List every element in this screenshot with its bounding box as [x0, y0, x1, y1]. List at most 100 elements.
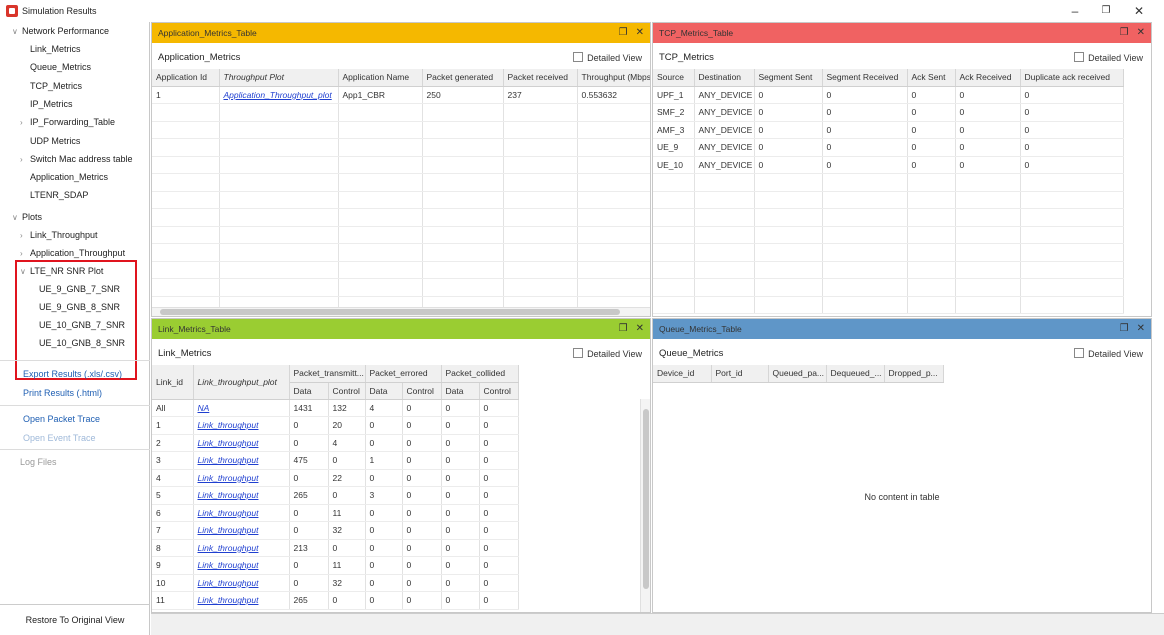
link-throughput-link[interactable]: Link_throughput — [198, 560, 259, 570]
column-header[interactable]: Link_id — [152, 365, 194, 400]
column-header[interactable]: Throughput Plot — [219, 69, 339, 87]
close-window-button[interactable]: ✕ — [1124, 2, 1154, 20]
table-cell: UE_10 — [653, 156, 695, 174]
sub-column-header[interactable]: Control — [402, 382, 442, 400]
tree-network-item[interactable]: › IP_Forwarding_Table — [20, 113, 115, 131]
table-cell — [338, 156, 423, 174]
column-header[interactable]: Ack Sent — [907, 69, 956, 87]
table-cell: 6 — [152, 504, 194, 522]
restore-window-button[interactable]: ❐ — [1091, 2, 1121, 20]
scroll-thumb[interactable] — [643, 409, 649, 589]
link-throughput-link[interactable]: Link_throughput — [198, 420, 259, 430]
detailed-view-checkbox[interactable]: Detailed View — [1074, 52, 1143, 63]
close-icon[interactable]: ✕ — [1137, 27, 1145, 38]
table-cell — [754, 243, 823, 262]
sub-column-header[interactable]: Control — [328, 382, 366, 400]
link-throughput-link[interactable]: Link_throughput — [198, 578, 259, 588]
column-header[interactable]: Application Name — [338, 69, 423, 87]
float-icon[interactable]: ❐ — [619, 323, 628, 334]
table-cell — [694, 278, 755, 297]
column-header[interactable]: Destination — [694, 69, 755, 87]
table-cell — [955, 191, 1021, 209]
column-header[interactable]: Port_id — [711, 365, 769, 383]
tree-network-item[interactable]: IP_Metrics — [30, 95, 73, 113]
column-header[interactable]: Dequeued_... — [826, 365, 885, 383]
table-cell — [907, 226, 956, 244]
column-header[interactable]: Dropped_p... — [884, 365, 944, 383]
tree-network-item[interactable]: Link_Metrics — [30, 40, 81, 58]
close-icon[interactable]: ✕ — [636, 323, 644, 334]
column-header[interactable]: Segment Received — [822, 69, 908, 87]
table-cell: 0 — [907, 156, 956, 174]
table-row: 1 Application_Throughput_plot App1_CBR 250 2… — [152, 86, 650, 104]
column-header[interactable]: Segment Sent — [754, 69, 823, 87]
table-cell — [1020, 243, 1124, 262]
tree-network-item[interactable]: Application_Metrics — [30, 168, 108, 186]
column-header[interactable]: Link_throughput_plot — [193, 365, 290, 400]
tree-network-item[interactable]: UDP Metrics — [30, 132, 80, 150]
panel-header: Queue_Metrics_Table ❐ ✕ — [653, 319, 1151, 339]
float-icon[interactable]: ❐ — [1120, 323, 1129, 334]
table-cell: 0 — [1020, 121, 1124, 139]
link-throughput-link[interactable]: Link_throughput — [198, 543, 259, 553]
detailed-view-checkbox[interactable]: Detailed View — [1074, 348, 1143, 359]
table-cell — [338, 191, 423, 209]
column-header[interactable]: Queued_pa... — [768, 365, 827, 383]
table-cell: 1 — [365, 451, 403, 470]
minimize-button[interactable]: – — [1060, 2, 1090, 20]
column-header[interactable]: Application Id — [152, 69, 220, 87]
column-header[interactable]: Throughput (Mbps) — [577, 69, 650, 87]
throughput-plot-link[interactable]: Application_Throughput_plot — [224, 90, 332, 100]
table-cell — [422, 156, 504, 174]
link-throughput-link[interactable]: Link_throughput — [198, 595, 259, 605]
link-throughput-link[interactable]: Link_throughput — [198, 508, 259, 518]
sub-column-header[interactable]: Data — [441, 382, 480, 400]
link-throughput-link[interactable]: Link_throughput — [198, 438, 259, 448]
export-results-link[interactable]: Export Results (.xls/.csv) — [23, 366, 122, 382]
horizontal-scrollbar[interactable] — [152, 307, 650, 316]
column-header[interactable]: Packet generated — [422, 69, 504, 87]
restore-view-button[interactable]: Restore To Original View — [0, 604, 150, 635]
column-header[interactable]: Packet_errored — [365, 365, 442, 383]
tree-network-item[interactable]: Queue_Metrics — [30, 58, 91, 76]
print-results-link[interactable]: Print Results (.html) — [23, 385, 102, 401]
float-icon[interactable]: ❐ — [1120, 27, 1129, 38]
table-cell: ANY_DEVICE — [694, 121, 755, 139]
table-cell: 0 — [955, 138, 1021, 157]
link-throughput-link[interactable]: Link_throughput — [198, 455, 259, 465]
scroll-thumb[interactable] — [160, 309, 620, 315]
link-throughput-link[interactable]: Link_throughput — [198, 473, 259, 483]
tree-network-item[interactable]: › Switch Mac address table — [20, 150, 133, 168]
close-icon[interactable]: ✕ — [636, 27, 644, 38]
tree-network-performance[interactable]: ∨ Network Performance — [12, 22, 109, 40]
float-icon[interactable]: ❐ — [619, 27, 628, 38]
table-cell — [503, 191, 578, 209]
column-header[interactable]: Device_id — [653, 365, 712, 383]
detailed-view-checkbox[interactable]: Detailed View — [573, 52, 642, 63]
column-header[interactable]: Packet received — [503, 69, 578, 87]
sub-column-header[interactable]: Data — [365, 382, 403, 400]
sub-column-header[interactable]: Control — [479, 382, 519, 400]
link-throughput-link[interactable]: Link_throughput — [198, 490, 259, 500]
tree-plots[interactable]: ∨ Plots — [12, 208, 42, 226]
column-header[interactable]: Source — [653, 69, 695, 87]
tree-network-item[interactable]: LTENR_SDAP — [30, 186, 88, 204]
link-throughput-link[interactable]: NA — [198, 403, 210, 413]
open-packet-trace-link[interactable]: Open Packet Trace — [23, 411, 100, 427]
open-event-trace-link[interactable]: Open Event Trace — [23, 430, 96, 446]
vertical-scrollbar[interactable] — [640, 399, 650, 612]
column-header[interactable]: Ack Received — [955, 69, 1021, 87]
link-throughput-link[interactable]: Link_throughput — [198, 525, 259, 535]
table-cell: 0 — [907, 138, 956, 157]
table-cell: Link_throughput — [193, 539, 290, 557]
column-header[interactable]: Duplicate ack received — [1020, 69, 1124, 87]
sub-column-header[interactable]: Data — [289, 382, 329, 400]
close-icon[interactable]: ✕ — [1137, 323, 1145, 334]
application-metrics-panel: Application_Metrics_Table ❐ ✕ Application… — [151, 22, 651, 317]
detailed-view-checkbox[interactable]: Detailed View — [573, 348, 642, 359]
tree-network-item[interactable]: TCP_Metrics — [30, 77, 82, 95]
table-cell: 132 — [328, 399, 366, 417]
column-header[interactable]: Packet_collided — [441, 365, 519, 383]
tree-link-throughput[interactable]: › Link_Throughput — [20, 226, 98, 244]
column-header[interactable]: Packet_transmitt... — [289, 365, 366, 383]
